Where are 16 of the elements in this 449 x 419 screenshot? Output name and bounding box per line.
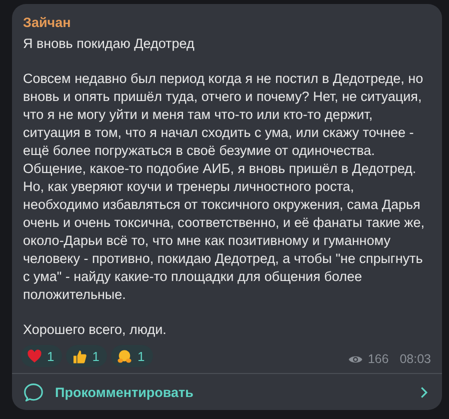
- author-name[interactable]: Зайчан: [23, 14, 71, 32]
- heart-icon: [27, 348, 42, 364]
- message-time: 08:03: [400, 352, 431, 366]
- comment-icon: [24, 382, 43, 402]
- view-count: 166: [368, 352, 389, 366]
- reaction-button[interactable]: 1: [21, 345, 62, 367]
- hugging-icon: [117, 348, 132, 364]
- message-paragraph: Хорошего всего, люди.: [23, 321, 166, 339]
- thumbs-up-icon: [72, 348, 88, 364]
- views-icon: [348, 354, 363, 364]
- reaction-button[interactable]: 1: [66, 345, 108, 367]
- reaction-button[interactable]: 1: [111, 345, 153, 367]
- message-paragraph: Совсем недавно был период когда я не постил в Дедотреде, но вновь и опять пришёл туда, отчего и почему? Нет, не ситуация, что я не могу уйти и меня там что-то или кто-то держит, ситуация в том, что я начал сходить с ума, или скажу точнее - ещё более погружаться в своё безумие от одиночества. Общение, какое-то подобие АИБ, я вновь пришёл в Дедотред. Но, как уверяют коучи и тренеры личностного роста, необходимо избавляться от токсичного окружения, сама Дарья очень и очень токсична, соответственно, и её фанаты такие же, около-Дарьи всё то, что мне как позитивному и гуманному человеку - противно, покидаю Дедотред, а чтобы "не спрыгнуть с ума" - найду какие-то площадки для общения более положительные.: [23, 70, 424, 304]
- message-title: Я вновь покидаю Дедотред: [23, 35, 194, 53]
- comment-button[interactable]: Прокомментировать: [12, 374, 442, 410]
- chevron-icon: [420, 386, 428, 398]
